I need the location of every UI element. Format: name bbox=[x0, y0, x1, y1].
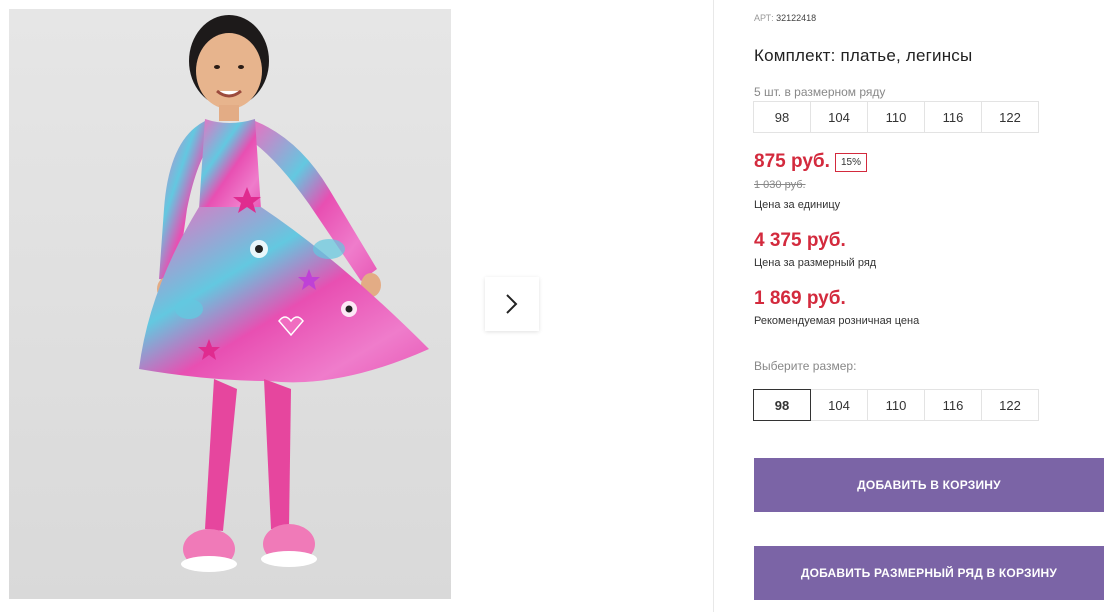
size-range-cell: 122 bbox=[981, 101, 1039, 133]
add-to-cart-button[interactable]: ДОБАВИТЬ В КОРЗИНУ bbox=[754, 458, 1104, 512]
unit-price: 875 руб. bbox=[754, 151, 830, 172]
size-select-label: Выберите размер: bbox=[754, 359, 857, 373]
size-selector: 98 104 110 116 122 bbox=[753, 389, 1039, 421]
add-range-to-cart-button[interactable]: ДОБАВИТЬ РАЗМЕРНЫЙ РЯД В КОРЗИНУ bbox=[754, 546, 1104, 600]
panel-divider bbox=[713, 0, 714, 612]
article-label: АРТ: bbox=[754, 13, 774, 23]
old-price: 1 030 руб. bbox=[754, 179, 806, 191]
size-range-cell: 110 bbox=[867, 101, 925, 133]
size-range-cell: 116 bbox=[924, 101, 982, 133]
size-range-cell: 104 bbox=[810, 101, 868, 133]
size-range-label: 5 шт. в размерном ряду bbox=[754, 85, 886, 99]
size-range-row: 98 104 110 116 122 bbox=[753, 101, 1039, 133]
size-range-cell: 98 bbox=[753, 101, 811, 133]
chevron-right-icon bbox=[506, 294, 518, 314]
article-line: АРТ: 32122418 bbox=[754, 13, 816, 23]
size-option-116[interactable]: 116 bbox=[924, 389, 982, 421]
retail-price: 1 869 руб. bbox=[754, 288, 846, 309]
product-title: Комплект: платье, легинсы bbox=[754, 46, 973, 65]
discount-badge: 15% bbox=[835, 153, 868, 172]
range-price: 4 375 руб. bbox=[754, 230, 846, 251]
size-option-122[interactable]: 122 bbox=[981, 389, 1039, 421]
size-option-98[interactable]: 98 bbox=[753, 389, 811, 421]
range-price-note: Цена за размерный ряд bbox=[754, 257, 877, 269]
article-number: 32122418 bbox=[776, 13, 817, 23]
size-option-110[interactable]: 110 bbox=[867, 389, 925, 421]
product-photo-illustration bbox=[9, 9, 451, 599]
product-photo bbox=[9, 9, 451, 599]
unit-price-note: Цена за единицу bbox=[754, 199, 841, 211]
retail-price-note: Рекомендуемая розничная цена bbox=[754, 315, 920, 327]
gallery-next-button[interactable] bbox=[485, 277, 539, 331]
size-option-104[interactable]: 104 bbox=[810, 389, 868, 421]
